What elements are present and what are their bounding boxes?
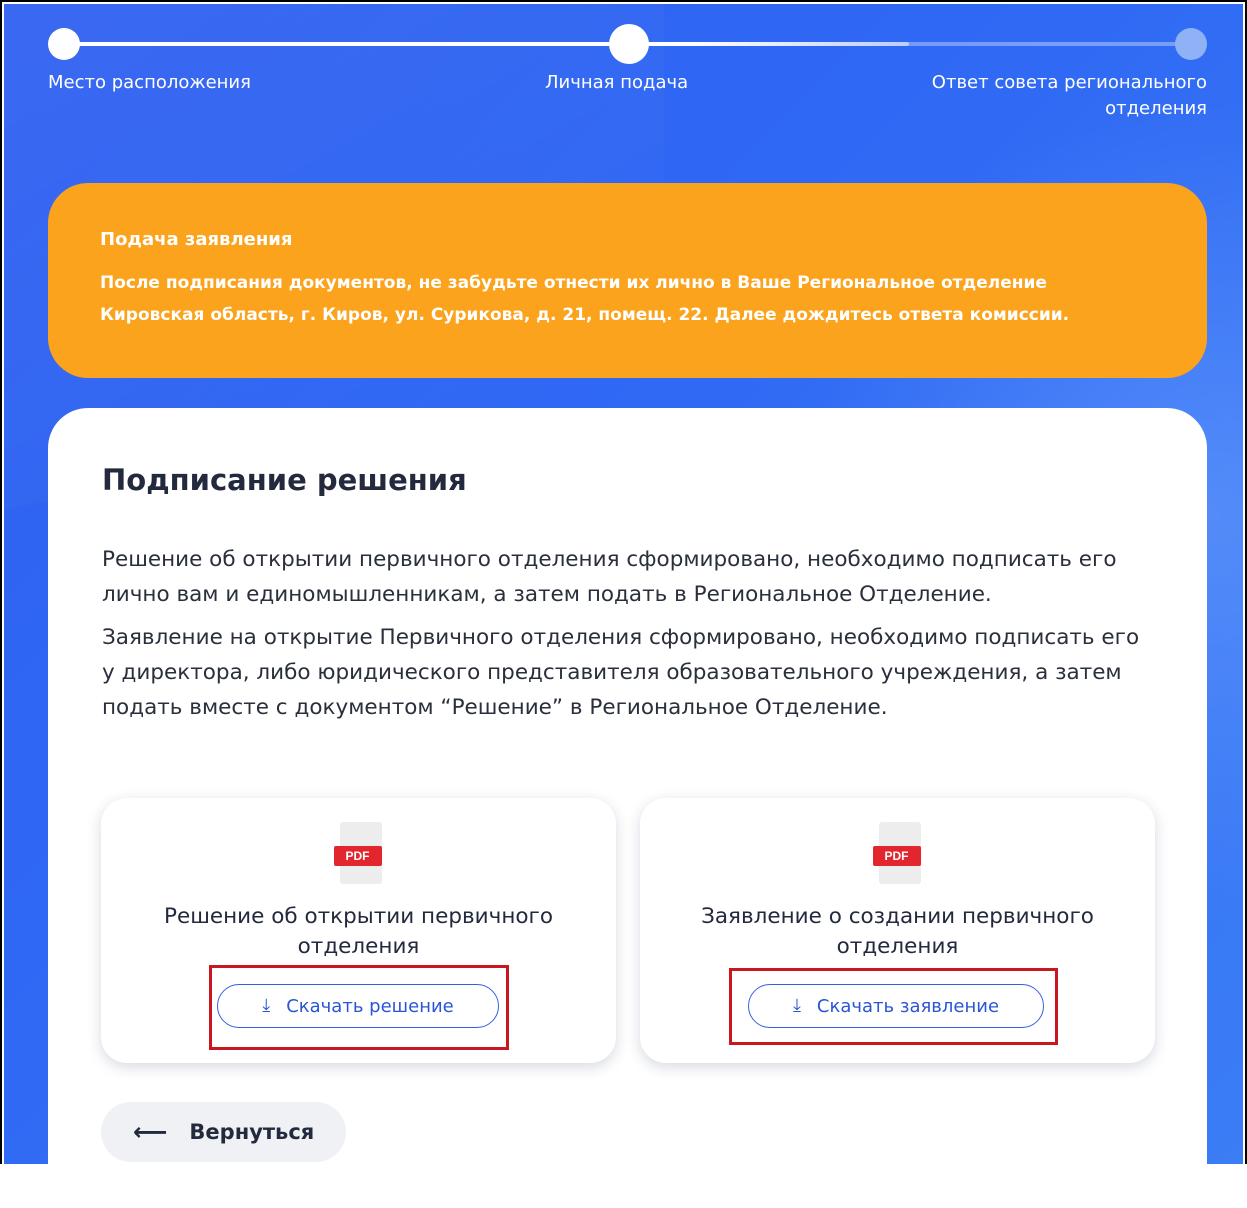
step-label-personal-submission: Личная подача — [545, 72, 689, 93]
document-title: Заявление о создании первичного отделени… — [701, 904, 1094, 959]
step-label-location: Место расположения — [48, 72, 251, 93]
step-dot-council-response — [1175, 28, 1207, 60]
pdf-badge: PDF — [872, 846, 921, 866]
card-title: Подписание решения — [102, 463, 467, 497]
notice-title: Подача заявления — [100, 229, 293, 250]
step-dot-location — [48, 28, 80, 60]
document-title: Решение об открытии первичного отделения — [164, 904, 553, 959]
back-button-label: Вернуться — [189, 1120, 315, 1144]
stepper-progress-fill — [64, 42, 909, 46]
notice-text: После подписания документов, не забудьте… — [100, 273, 1070, 325]
highlight-box-download-application — [729, 968, 1058, 1045]
card-paragraph-decision: Решение об открытии первичного отделения… — [102, 547, 1117, 607]
submission-notice: Подача заявления После подписания докуме… — [48, 183, 1207, 378]
highlight-box-download-decision — [209, 965, 509, 1050]
back-button[interactable]: ⟵ Вернуться — [101, 1102, 346, 1162]
pdf-badge: PDF — [333, 846, 382, 866]
pdf-icon: PDF — [872, 822, 923, 884]
pdf-icon: PDF — [333, 822, 384, 884]
step-dot-personal-submission — [609, 24, 649, 64]
step-label-council-response: Ответ совета регионального отделения — [931, 72, 1207, 119]
card-paragraph-application: Заявление на открытие Первичного отделен… — [102, 625, 1140, 720]
arrow-left-icon: ⟵ — [133, 1118, 168, 1146]
